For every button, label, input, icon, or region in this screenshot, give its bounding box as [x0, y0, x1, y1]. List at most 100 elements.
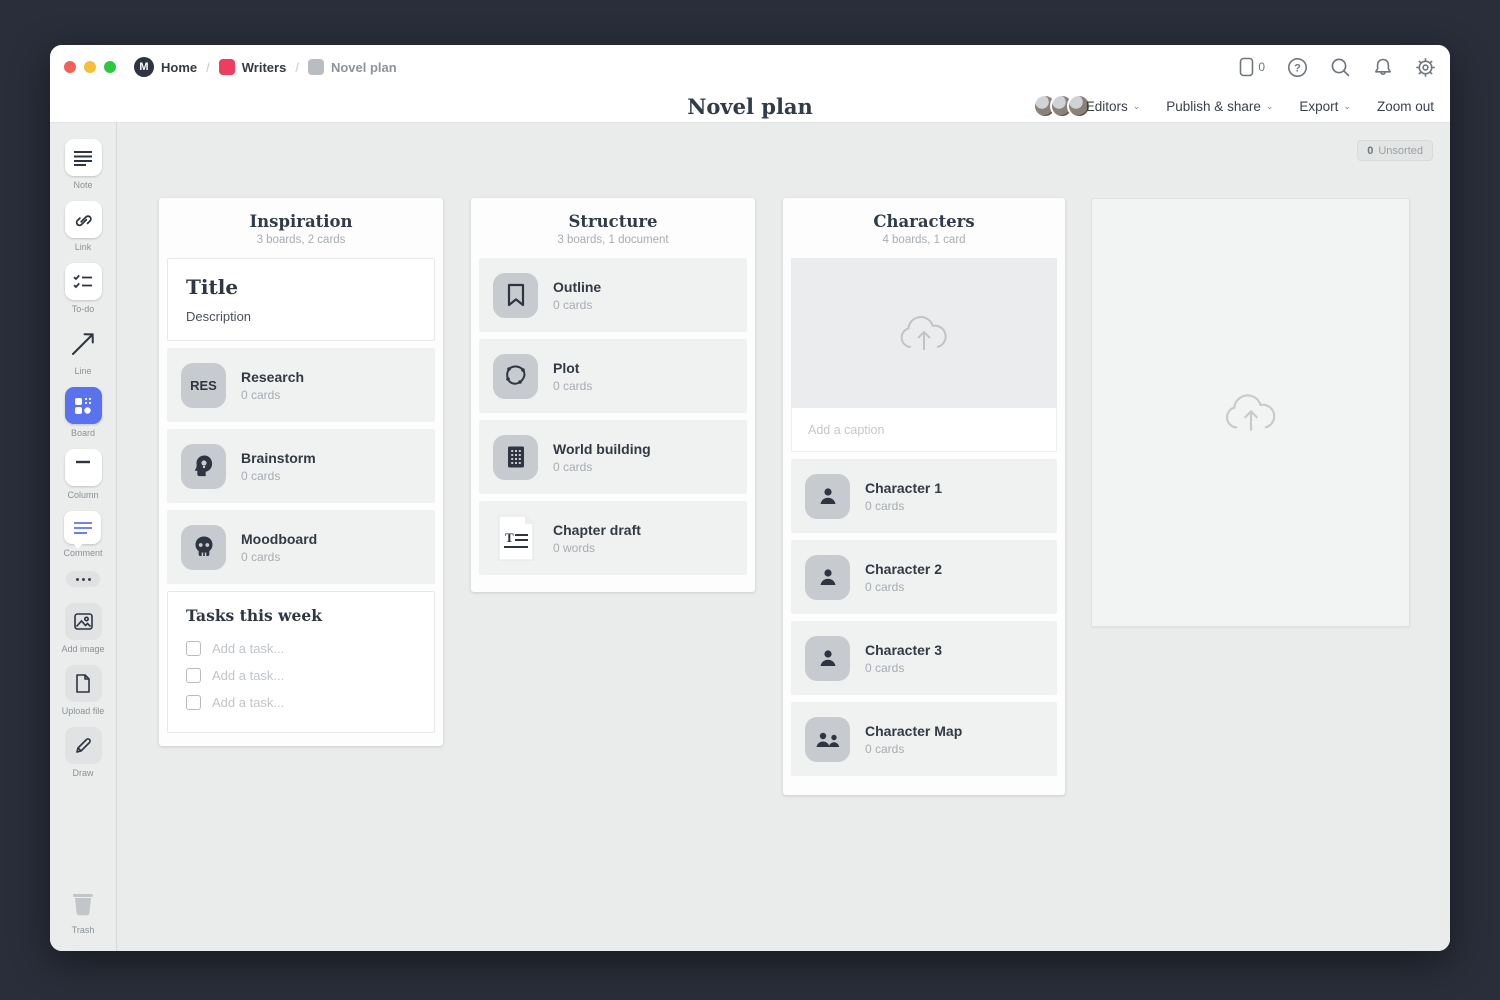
current-board-icon: [308, 59, 324, 75]
column-inspiration[interactable]: Inspiration 3 boards, 2 cards Title Desc…: [159, 198, 443, 746]
window-controls: [64, 61, 116, 73]
board-item-research[interactable]: RES Research 0 cards: [167, 348, 435, 422]
settings-button[interactable]: [1415, 57, 1436, 78]
tool-column[interactable]: Column: [65, 449, 102, 500]
cloud-upload-icon: [897, 312, 951, 354]
board-item-world-building[interactable]: World building 0 cards: [479, 420, 747, 494]
board-canvas[interactable]: 0 Unsorted Inspiration 3 boards, 2 cards…: [117, 123, 1450, 951]
help-icon: ?: [1287, 57, 1308, 78]
column-structure[interactable]: Structure 3 boards, 1 document Outline 0…: [471, 198, 755, 592]
image-card[interactable]: Add a caption: [791, 258, 1057, 452]
todo-icon: [73, 274, 93, 289]
search-button[interactable]: [1330, 57, 1351, 78]
board-meta: 0 cards: [865, 661, 942, 675]
checkbox[interactable]: [186, 641, 201, 656]
comment-tail: [73, 543, 83, 549]
more-tools-button[interactable]: [66, 571, 100, 587]
column-characters[interactable]: Characters 4 boards, 1 card Add a captio…: [783, 198, 1065, 795]
research-initials-badge: RES: [181, 363, 226, 408]
tool-link[interactable]: Link: [65, 201, 102, 252]
task-placeholder[interactable]: Add a task...: [212, 641, 284, 656]
board-item-moodboard[interactable]: Moodboard 0 cards: [167, 510, 435, 584]
breadcrumb-home[interactable]: M Home: [134, 57, 197, 77]
mobile-devices-button[interactable]: 0: [1239, 57, 1265, 77]
tool-label: Trash: [72, 925, 95, 935]
tool-comment[interactable]: Comment: [63, 511, 102, 558]
milanote-logo-icon: M: [134, 57, 154, 77]
todo-task-row[interactable]: Add a task...: [186, 662, 416, 689]
line-arrow-icon: [70, 331, 96, 357]
checkbox[interactable]: [186, 668, 201, 683]
help-button[interactable]: ?: [1287, 57, 1308, 78]
board-icon: [73, 396, 93, 416]
column-title: Structure: [479, 212, 747, 231]
editors-label: Editors: [1086, 99, 1128, 114]
person-icon: [816, 646, 840, 670]
board-item-plot[interactable]: Plot 0 cards: [479, 339, 747, 413]
publish-share-menu[interactable]: Publish & share ⌄: [1166, 99, 1273, 114]
tool-label: Note: [73, 180, 92, 190]
todo-card[interactable]: Tasks this week Add a task... Add a task…: [167, 591, 435, 733]
export-menu[interactable]: Export ⌄: [1299, 99, 1351, 114]
tool-upload-file[interactable]: Upload file: [62, 665, 105, 716]
tool-todo[interactable]: To-do: [65, 263, 102, 314]
board-item-character-map[interactable]: Character Map 0 cards: [791, 702, 1057, 776]
tool-label: To-do: [72, 304, 95, 314]
tool-trash[interactable]: Trash: [65, 884, 102, 935]
device-count: 0: [1258, 60, 1265, 74]
board-meta: 0 cards: [865, 742, 962, 756]
svg-text:T: T: [505, 530, 514, 545]
board-name: Character 3: [865, 642, 942, 658]
board-meta: 0 cards: [241, 388, 304, 402]
unsorted-badge[interactable]: 0 Unsorted: [1357, 140, 1433, 161]
brainstorm-head-icon: [191, 453, 217, 479]
checkbox[interactable]: [186, 695, 201, 710]
tool-add-image[interactable]: Add image: [61, 603, 104, 654]
maximize-window-button[interactable]: [104, 61, 116, 73]
caption-placeholder: Add a caption: [808, 423, 884, 437]
board-meta: 0 cards: [241, 469, 316, 483]
todo-task-row[interactable]: Add a task...: [186, 635, 416, 662]
breadcrumb-writers[interactable]: Writers: [219, 59, 287, 75]
tool-draw[interactable]: Draw: [65, 727, 102, 778]
board-item-character-3[interactable]: Character 3 0 cards: [791, 621, 1057, 695]
tool-label: Column: [67, 490, 98, 500]
board-name: Character 1: [865, 480, 942, 496]
minimize-window-button[interactable]: [84, 61, 96, 73]
editors-menu[interactable]: Editors ⌄: [1033, 94, 1141, 118]
board-name: World building: [553, 441, 651, 457]
board-name: Character 2: [865, 561, 942, 577]
note-card[interactable]: Title Description: [167, 258, 435, 341]
todo-task-row[interactable]: Add a task...: [186, 689, 416, 716]
board-item-chapter-draft[interactable]: T Chapter draft 0 words: [479, 501, 747, 575]
phone-icon: [1239, 57, 1254, 77]
empty-image-upload-card[interactable]: [1091, 198, 1410, 627]
board-item-character-2[interactable]: Character 2 0 cards: [791, 540, 1057, 614]
tool-line[interactable]: Line: [65, 325, 102, 376]
tool-label: Comment: [63, 548, 102, 558]
notifications-button[interactable]: [1373, 57, 1393, 78]
task-placeholder[interactable]: Add a task...: [212, 668, 284, 683]
board-item-character-1[interactable]: Character 1 0 cards: [791, 459, 1057, 533]
writers-board-icon: [219, 59, 235, 75]
unsorted-count: 0: [1367, 145, 1373, 157]
search-icon: [1330, 57, 1351, 78]
board-item-brainstorm[interactable]: Brainstorm 0 cards: [167, 429, 435, 503]
breadcrumb: M Home / Writers / Novel plan: [134, 57, 397, 77]
caption-input[interactable]: Add a caption: [791, 408, 1057, 452]
tool-board-selected[interactable]: Board: [65, 387, 102, 438]
tool-label: Link: [75, 242, 92, 252]
task-placeholder[interactable]: Add a task...: [212, 695, 284, 710]
cloud-upload-icon: [1222, 390, 1280, 435]
zoom-out-button[interactable]: Zoom out: [1377, 99, 1434, 114]
close-window-button[interactable]: [64, 61, 76, 73]
board-item-outline[interactable]: Outline 0 cards: [479, 258, 747, 332]
breadcrumb-current[interactable]: Novel plan: [308, 59, 397, 75]
chevron-down-icon: ⌄: [1266, 101, 1274, 112]
person-icon: [816, 484, 840, 508]
image-drop-zone[interactable]: [791, 258, 1057, 408]
tool-note[interactable]: Note: [65, 139, 102, 190]
bell-icon: [1373, 57, 1393, 78]
column-subtitle: 3 boards, 2 cards: [167, 234, 435, 246]
skull-icon: [191, 534, 217, 560]
